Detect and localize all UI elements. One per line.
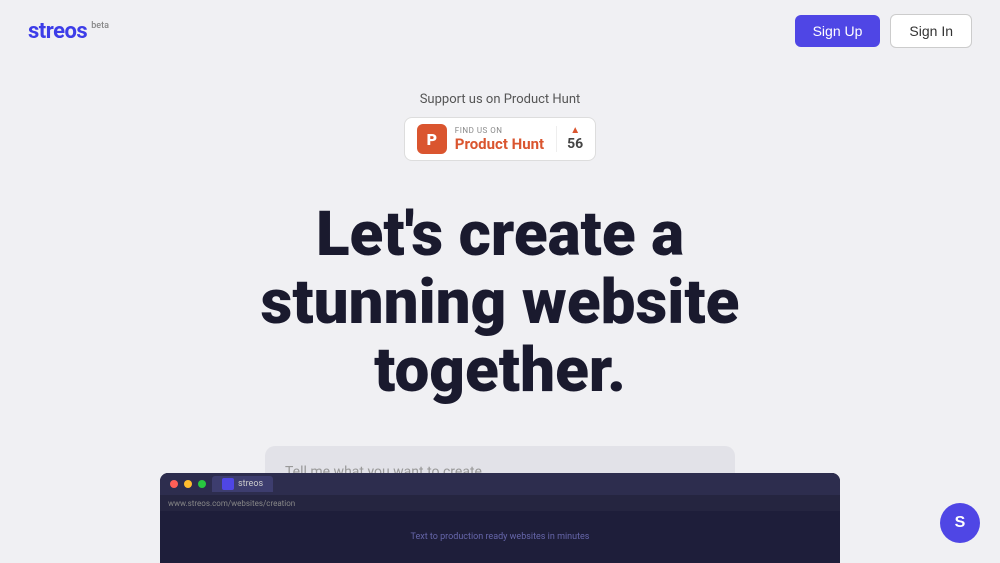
ph-vote-count: 56 [567,136,583,152]
user-avatar-button[interactable]: S [940,503,980,543]
product-hunt-badge[interactable]: P FIND US ON Product Hunt ▲ 56 [404,117,596,161]
ph-support-text: Support us on Product Hunt [420,92,581,107]
ph-brand-name: Product Hunt [455,135,544,153]
signin-button[interactable]: Sign In [890,14,972,48]
preview-placeholder-text: Text to production ready websites in min… [411,532,590,542]
browser-content-area: Text to production ready websites in min… [160,511,840,563]
avatar-letter: S [955,514,966,532]
ph-upvote-arrow-icon: ▲ [570,126,580,136]
window-minimize-dot [184,480,192,488]
preview-url-text: www.streos.com/websites/creation [168,499,295,508]
browser-url-bar: www.streos.com/websites/creation [160,495,840,511]
window-maximize-dot [198,480,206,488]
logo-text: streos [28,19,87,44]
header: streos beta Sign Up Sign In [0,0,1000,62]
logo-container: streos beta [28,19,109,44]
hero-headline: Let's create a stunning website together… [261,201,740,406]
ph-count-container: ▲ 56 [556,126,583,152]
ph-label-container: FIND US ON Product Hunt [455,126,544,153]
hero-line2: stunning website [261,266,740,339]
hero-line1: Let's create a [316,198,684,271]
tab-label: streos [238,479,263,489]
browser-title-bar: streos [160,473,840,495]
browser-preview: streos www.streos.com/websites/creation … [160,473,840,563]
tab-favicon [222,478,234,490]
header-buttons: Sign Up Sign In [795,14,972,48]
signup-button[interactable]: Sign Up [795,15,881,47]
beta-badge: beta [91,21,109,31]
browser-tab: streos [212,476,273,492]
product-hunt-icon: P [417,124,447,154]
main-content: Support us on Product Hunt P FIND US ON … [0,62,1000,516]
hero-line3: together. [374,334,626,407]
window-close-dot [170,480,178,488]
ph-find-us-label: FIND US ON [455,126,544,135]
